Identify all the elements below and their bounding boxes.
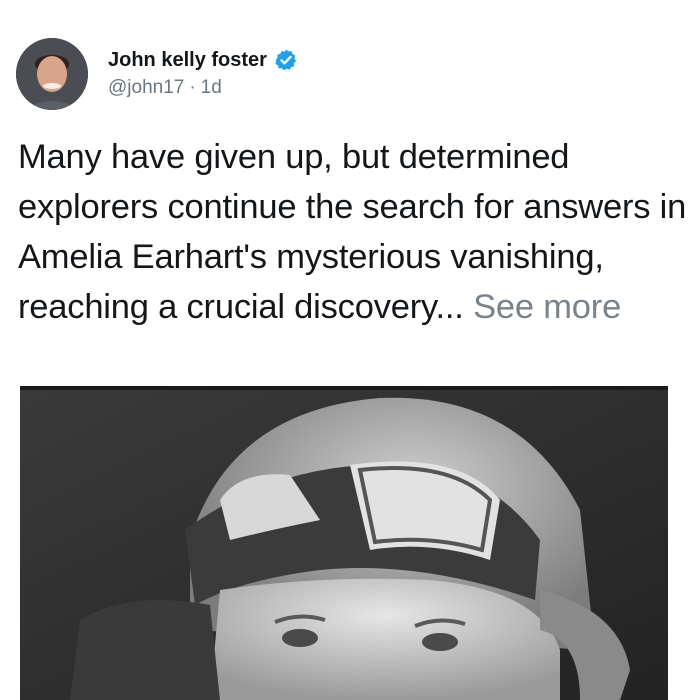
author-info: John kelly foster @john17 · 1d (108, 38, 298, 110)
author-display-name[interactable]: John kelly foster (108, 47, 267, 73)
see-more-link[interactable]: See more (473, 288, 621, 326)
meta-separator: · (189, 77, 196, 98)
aviator-portrait-photo (20, 390, 668, 700)
author-handle[interactable]: @john17 (108, 77, 184, 98)
post-text: Many have given up, but determined explo… (18, 132, 688, 332)
post-meta: @john17 · 1d (108, 75, 298, 101)
post: John kelly foster @john17 · 1d Many have g… (0, 0, 700, 700)
post-header: John kelly foster @john17 · 1d (16, 38, 298, 110)
avatar[interactable] (16, 38, 88, 110)
verified-badge-icon (274, 48, 298, 72)
name-row: John kelly foster (108, 47, 298, 73)
post-image[interactable] (20, 386, 668, 700)
avatar-photo (16, 38, 88, 110)
post-timestamp[interactable]: 1d (201, 77, 222, 98)
